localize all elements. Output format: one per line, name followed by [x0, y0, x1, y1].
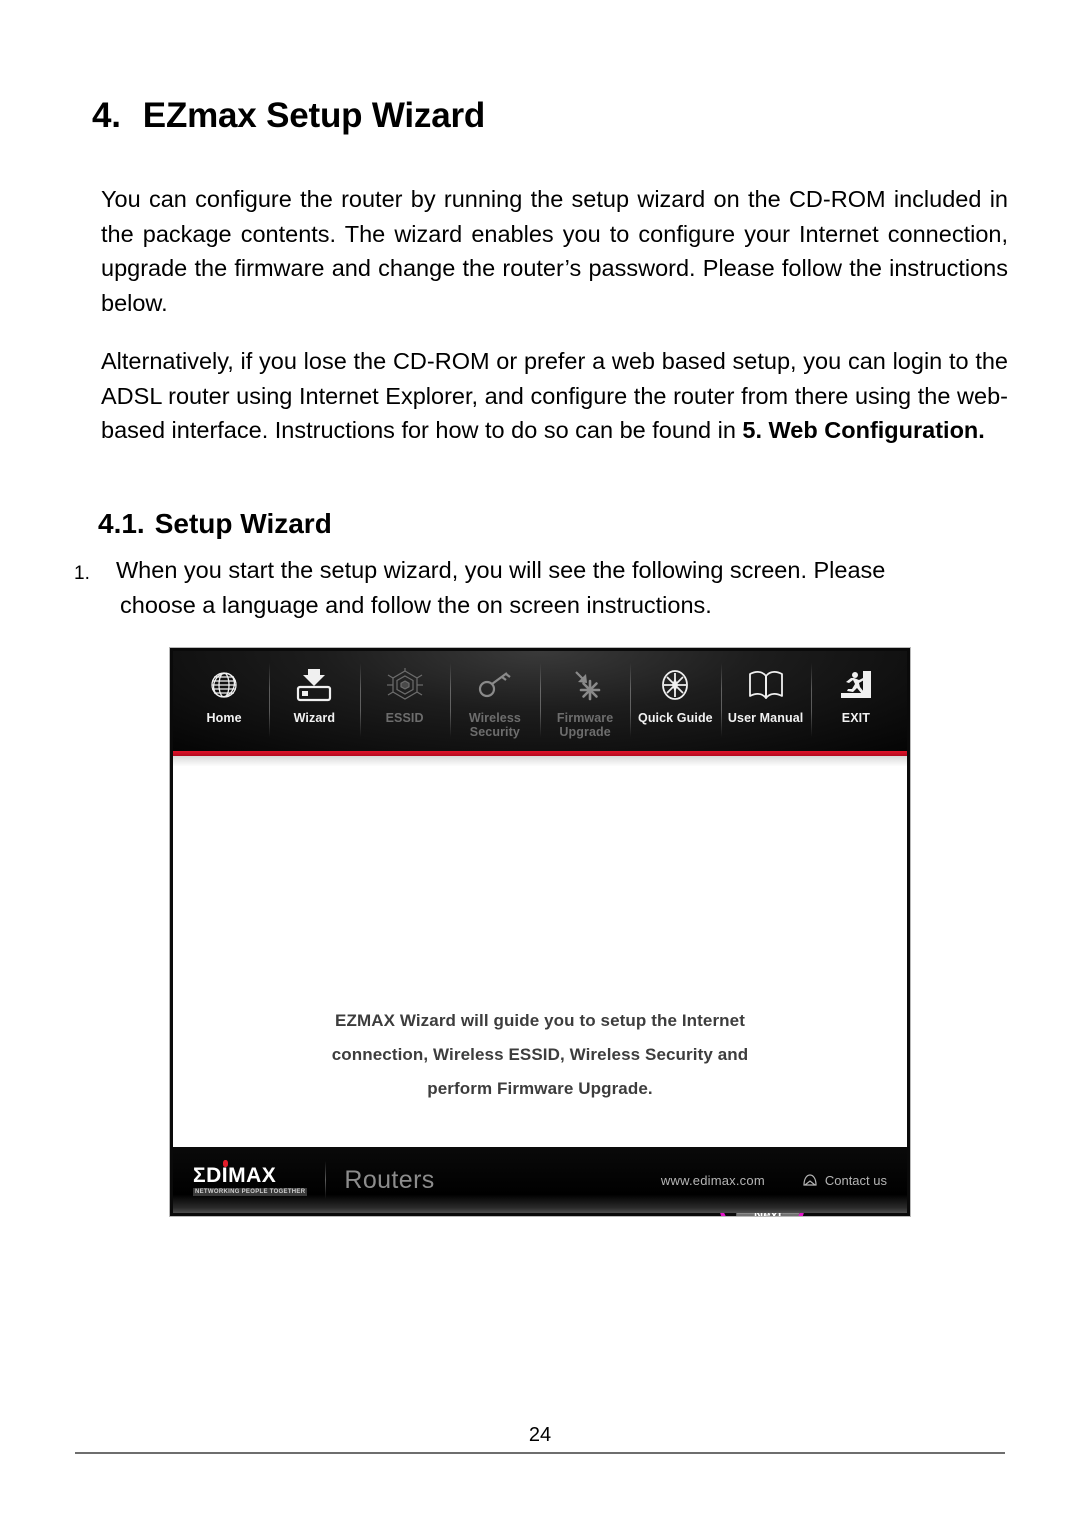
brand-tagline: NETWORKING PEOPLE TOGETHER	[193, 1187, 308, 1196]
contact-us-link[interactable]: Contact us	[802, 1173, 887, 1188]
wizard-footer: ΣDIMAX NETWORKING PEOPLE TOGETHER Router…	[173, 1147, 907, 1213]
brand-name: ΣDIMAX	[193, 1163, 277, 1187]
wizard-content-area: EZMAX Wizard will guide you to setup the…	[173, 766, 907, 1216]
wizard-welcome-message: EZMAX Wizard will guide you to setup the…	[173, 1004, 907, 1106]
logo-dot-icon	[223, 1159, 228, 1167]
download-device-icon	[294, 663, 334, 707]
toolbar-item-firmware-upgrade[interactable]: Firmware Upgrade	[540, 651, 630, 751]
list-item-marker: 1.	[74, 563, 90, 584]
wireless-web-icon	[386, 663, 424, 707]
toolbar-label-line2: Security	[469, 725, 520, 739]
key-icon	[476, 663, 514, 707]
toolbar-label: Home	[206, 711, 242, 725]
welcome-line-3: perform Firmware Upgrade.	[427, 1079, 653, 1098]
toolbar-shadow-strip	[173, 756, 907, 766]
heading-text: EZmax Setup Wizard	[142, 96, 486, 135]
toolbar-label-line1: Firmware	[556, 711, 614, 725]
toolbar-label: Wireless Security	[469, 711, 521, 739]
toolbar-label: User Manual	[727, 711, 804, 725]
footer-links: www.edimax.com Contact us	[661, 1166, 887, 1194]
subheading-text: Setup Wizard	[154, 508, 332, 539]
toolbar-item-exit[interactable]: EXIT	[810, 651, 901, 751]
intro-paragraph: You can configure the router by running …	[101, 186, 1008, 316]
page-number: 24	[528, 1424, 552, 1446]
open-book-icon	[746, 663, 786, 707]
wizard-window: Home Wizard ESSID Wireless Security Firm…	[173, 651, 907, 1216]
toolbar-item-user-manual[interactable]: User Manual	[720, 651, 811, 751]
footer-divider	[325, 1161, 327, 1199]
section-subtitle: 4.1. Setup Wizard	[98, 508, 332, 540]
wizard-toolbar: Home Wizard ESSID Wireless Security Firm…	[173, 651, 907, 751]
toolbar-label: Wizard	[293, 711, 336, 725]
toolbar-label: ESSID	[385, 711, 424, 725]
envelope-icon	[802, 1173, 818, 1187]
heading-number: 4.	[92, 96, 121, 135]
toolbar-label-line1: Wireless	[468, 711, 521, 725]
globe-icon	[207, 663, 241, 707]
edimax-logo: ΣDIMAX NETWORKING PEOPLE TOGETHER	[193, 1159, 308, 1196]
toolbar-item-wireless-security[interactable]: Wireless Security	[449, 651, 540, 751]
list-item-line-1: When you start the setup wizard, you wil…	[116, 557, 886, 583]
toolbar-label-line2: Upgrade	[559, 725, 611, 739]
toolbar-label: EXIT	[841, 711, 870, 725]
footer-rule	[75, 1452, 1005, 1454]
toolbar-label: Firmware Upgrade	[557, 711, 613, 739]
toolbar-item-wizard[interactable]: Wizard	[269, 651, 359, 751]
toolbar-item-home[interactable]: Home	[179, 651, 269, 751]
product-category-label: Routers	[344, 1165, 435, 1194]
page-title: 4. EZmax Setup Wizard	[92, 96, 485, 136]
wizard-screenshot: Home Wizard ESSID Wireless Security Firm…	[170, 648, 910, 1216]
subheading-number: 4.1.	[98, 508, 145, 539]
toolbar-item-essid[interactable]: ESSID	[359, 651, 450, 751]
compass-icon	[657, 663, 693, 707]
welcome-line-2: connection, Wireless ESSID, Wireless Sec…	[331, 1045, 749, 1064]
contact-us-label: Contact us	[824, 1172, 887, 1188]
download-star-icon	[566, 663, 604, 707]
welcome-line-1: EZMAX Wizard will guide you to setup the…	[335, 1011, 745, 1030]
toolbar-label: Quick Guide	[638, 711, 713, 725]
website-link[interactable]: www.edimax.com	[661, 1173, 765, 1188]
list-item-text: When you start the setup wizard, you wil…	[116, 553, 1009, 622]
toolbar-item-quick-guide[interactable]: Quick Guide	[630, 651, 720, 751]
list-item-line-2: choose a language and follow the on scre…	[120, 591, 712, 618]
document-page: 4. EZmax Setup Wizard You can configure t…	[0, 0, 1080, 1527]
alternative-paragraph: Alternatively, if you lose the CD-ROM or…	[101, 344, 1008, 448]
list-item: 1. When you start the setup wizard, you …	[74, 553, 1009, 622]
web-configuration-reference: 5. Web Configuration.	[742, 417, 985, 443]
exit-door-icon	[837, 663, 875, 707]
